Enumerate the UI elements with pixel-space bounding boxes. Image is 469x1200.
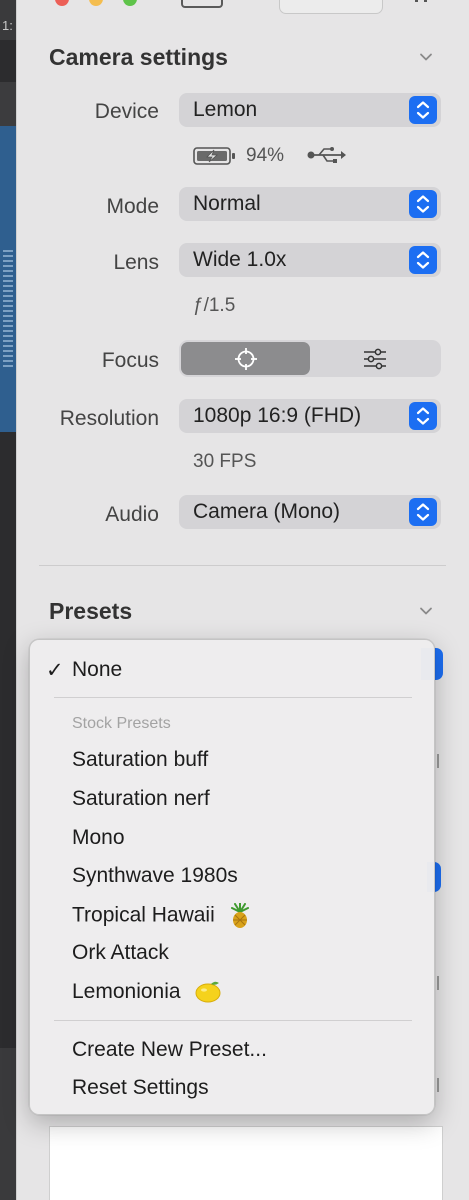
- presets-title: Presets: [49, 598, 133, 624]
- battery-percent: 94%: [246, 145, 285, 166]
- sidebar-toggle-icon[interactable]: [181, 0, 223, 8]
- battery-charging-icon: [193, 147, 235, 165]
- lemon-icon: [195, 982, 221, 1003]
- focus-auto-button[interactable]: [181, 342, 310, 375]
- focus-manual-button[interactable]: [310, 342, 439, 375]
- menu-separator: [54, 1020, 412, 1021]
- menu-item-label: Lemonionia: [72, 980, 181, 1003]
- strip-tab: [0, 82, 16, 126]
- up-down-arrows-icon: [409, 246, 437, 274]
- device-value: Lemon: [193, 98, 258, 121]
- checkmark-icon: ✓: [46, 659, 64, 682]
- aperture-value: ƒ/1.5: [193, 295, 236, 316]
- menu-item-reset-settings[interactable]: Reset Settings: [72, 1076, 209, 1100]
- close-window-button[interactable]: [55, 0, 69, 6]
- device-popup[interactable]: Lemon: [179, 93, 441, 127]
- camera-settings-title: Camera settings: [49, 44, 228, 70]
- mode-label: Mode: [106, 195, 159, 218]
- strip-label: 1:: [2, 18, 13, 33]
- resolution-popup[interactable]: 1080p 16:9 (FHD): [179, 399, 441, 433]
- chevron-down-icon[interactable]: [419, 50, 433, 64]
- lens-value: Wide 1.0x: [193, 248, 287, 271]
- strip-footer: [0, 1048, 16, 1200]
- mode-value: Normal: [193, 192, 261, 215]
- crosshair-icon: [234, 347, 257, 370]
- up-down-arrows-icon: [409, 498, 437, 526]
- menu-item-ork-attack[interactable]: Ork Attack: [72, 941, 169, 965]
- minimize-window-button[interactable]: [89, 0, 103, 6]
- lens-popup[interactable]: Wide 1.0x: [179, 243, 441, 277]
- audio-popup[interactable]: Camera (Mono): [179, 495, 441, 529]
- menu-item-tropical-hawaii[interactable]: Tropical Hawaii: [72, 903, 251, 929]
- toolbar-segment[interactable]: [279, 0, 383, 14]
- chevron-down-icon[interactable]: [419, 604, 433, 618]
- usb-icon: [307, 147, 346, 163]
- up-down-arrows-icon: [409, 402, 437, 430]
- mode-popup[interactable]: Normal: [179, 187, 441, 221]
- menu-separator: [54, 697, 412, 698]
- pause-icon[interactable]: [415, 0, 427, 2]
- notes-text-area[interactable]: [49, 1126, 443, 1200]
- presets-dropdown-menu: ✓ None Stock Presets Saturation buff Sat…: [29, 639, 435, 1115]
- sliders-icon: [363, 348, 386, 369]
- menu-item-mono[interactable]: Mono: [72, 826, 125, 850]
- audio-label: Audio: [105, 503, 159, 526]
- resolution-value: 1080p 16:9 (FHD): [193, 404, 362, 427]
- pineapple-icon: [230, 903, 249, 928]
- fps-value: 30 FPS: [193, 451, 257, 472]
- zoom-window-button[interactable]: [123, 0, 137, 6]
- up-down-arrows-icon: [409, 190, 437, 218]
- up-down-arrows-icon: [409, 96, 437, 124]
- audio-value: Camera (Mono): [193, 500, 341, 523]
- waveform: [3, 250, 13, 370]
- menu-item-none[interactable]: None: [72, 658, 122, 682]
- stock-presets-header: Stock Presets: [72, 715, 171, 732]
- focus-segmented-control: [179, 340, 441, 377]
- section-divider: [39, 565, 446, 566]
- menu-item-label: Tropical Hawaii: [72, 903, 215, 927]
- menu-item-saturation-buff[interactable]: Saturation buff: [72, 748, 208, 772]
- focus-label: Focus: [101, 349, 159, 372]
- menu-item-saturation-nerf[interactable]: Saturation nerf: [72, 787, 210, 811]
- device-label: Device: [94, 100, 159, 123]
- resolution-label: Resolution: [59, 407, 159, 430]
- menu-item-synthwave[interactable]: Synthwave 1980s: [72, 864, 238, 888]
- left-canvas-strip: 1:: [0, 0, 16, 1200]
- menu-item-create-preset[interactable]: Create New Preset...: [72, 1038, 267, 1062]
- menu-item-lemonionia[interactable]: Lemonionia: [72, 980, 222, 1004]
- inspector-panel: Camera settings Device Lemon 94% Mode No…: [16, 0, 469, 1200]
- lens-label: Lens: [113, 251, 159, 274]
